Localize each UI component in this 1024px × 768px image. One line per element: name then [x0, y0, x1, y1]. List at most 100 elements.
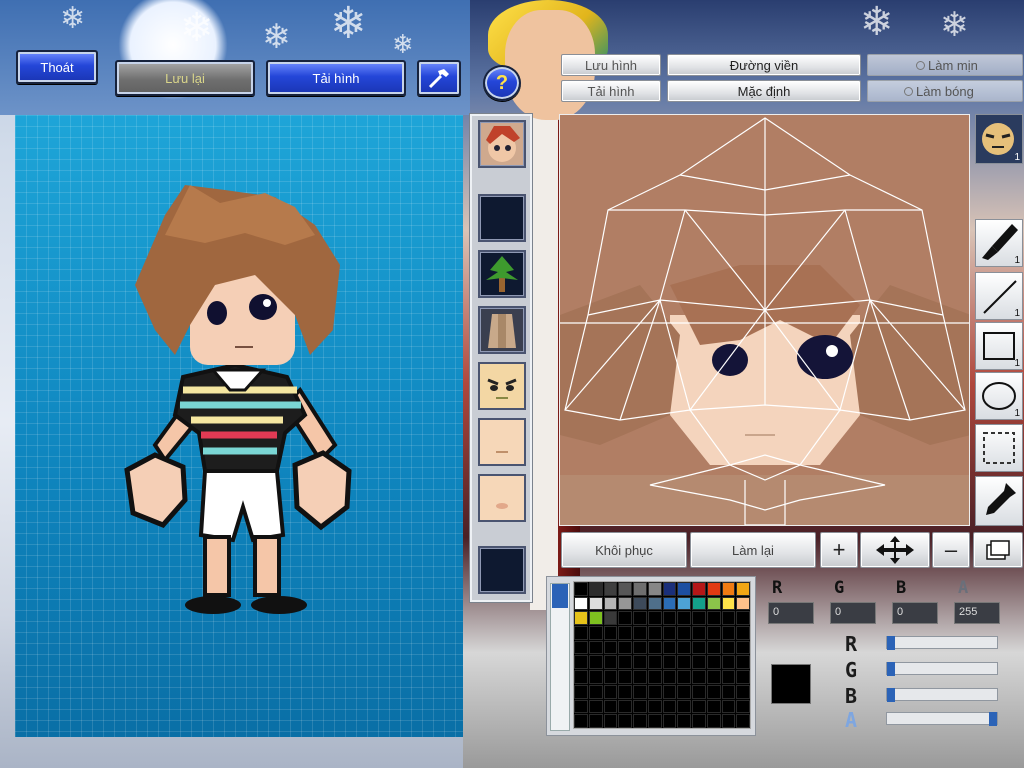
palette-swatch[interactable] — [574, 655, 588, 670]
palette-swatch[interactable] — [574, 684, 588, 699]
palette-swatch[interactable] — [662, 655, 677, 670]
palette-swatch[interactable] — [736, 714, 750, 728]
palette-swatch[interactable] — [721, 655, 736, 670]
palette-swatch[interactable] — [588, 699, 603, 714]
palette-swatch[interactable] — [706, 714, 721, 728]
palette-swatch[interactable] — [692, 611, 706, 626]
palette-swatch[interactable] — [618, 699, 632, 714]
palette-swatch[interactable] — [588, 596, 603, 611]
palette-swatch[interactable] — [736, 684, 750, 699]
palette-swatch[interactable] — [677, 611, 691, 626]
palette-swatch[interactable] — [618, 582, 632, 596]
palette-swatch[interactable] — [721, 611, 736, 626]
palette-swatch[interactable] — [574, 714, 588, 728]
palette-swatch[interactable] — [603, 670, 618, 684]
palette-swatch[interactable] — [633, 611, 647, 626]
palette-swatch[interactable] — [692, 582, 706, 596]
color-palette[interactable] — [573, 581, 751, 729]
shade-option[interactable]: Làm bóng — [867, 80, 1023, 102]
part-slot-head[interactable] — [478, 120, 526, 168]
palette-swatch[interactable] — [574, 611, 588, 626]
palette-swatch[interactable] — [692, 655, 706, 670]
palette-swatch[interactable] — [706, 684, 721, 699]
palette-swatch[interactable] — [647, 626, 662, 640]
palette-swatch[interactable] — [677, 670, 691, 684]
zoom-in-button[interactable]: + — [820, 532, 858, 568]
palette-swatch[interactable] — [736, 596, 750, 611]
palette-swatch[interactable] — [647, 699, 662, 714]
part-slot-face-1[interactable] — [478, 362, 526, 410]
b-value-field[interactable]: 0 — [892, 602, 938, 624]
palette-swatch[interactable] — [706, 582, 721, 596]
palette-swatch[interactable] — [647, 582, 662, 596]
palette-swatch[interactable] — [574, 699, 588, 714]
palette-swatch[interactable] — [633, 684, 647, 699]
palette-swatch[interactable] — [603, 626, 618, 640]
palette-swatch[interactable] — [633, 699, 647, 714]
r-slider[interactable] — [886, 636, 998, 650]
palette-swatch[interactable] — [618, 655, 632, 670]
palette-swatch[interactable] — [706, 626, 721, 640]
palette-swatch[interactable] — [706, 670, 721, 684]
palette-swatch[interactable] — [677, 714, 691, 728]
palette-swatch[interactable] — [618, 611, 632, 626]
part-slot-empty[interactable] — [478, 546, 526, 594]
rectangle-tool[interactable]: 1 — [975, 322, 1023, 370]
palette-swatch[interactable] — [721, 714, 736, 728]
palette-swatch[interactable] — [736, 582, 750, 596]
restore-button[interactable]: Khôi phục — [561, 532, 687, 568]
a-slider-knob[interactable] — [989, 712, 997, 726]
a-value-field[interactable]: 255 — [954, 602, 1000, 624]
g-slider-knob[interactable] — [887, 662, 895, 676]
redo-button[interactable]: Làm lại — [690, 532, 816, 568]
palette-swatch[interactable] — [692, 699, 706, 714]
brush-tool[interactable]: 1 — [975, 219, 1023, 267]
palette-swatch[interactable] — [662, 684, 677, 699]
b-slider[interactable] — [886, 688, 998, 702]
palette-swatch[interactable] — [706, 596, 721, 611]
zoom-out-button[interactable]: – — [932, 532, 970, 568]
palette-swatch[interactable] — [603, 640, 618, 655]
palette-swatch[interactable] — [603, 582, 618, 596]
palette-swatch[interactable] — [721, 670, 736, 684]
palette-swatch[interactable] — [588, 670, 603, 684]
palette-swatch[interactable] — [574, 582, 588, 596]
palette-swatch[interactable] — [662, 596, 677, 611]
palette-swatch[interactable] — [662, 699, 677, 714]
palette-swatch[interactable] — [603, 596, 618, 611]
palette-swatch[interactable] — [706, 611, 721, 626]
part-slot-body[interactable] — [478, 306, 526, 354]
palette-swatch[interactable] — [662, 611, 677, 626]
default-button[interactable]: Mặc định — [667, 80, 861, 102]
palette-swatch[interactable] — [633, 655, 647, 670]
palette-swatch[interactable] — [588, 714, 603, 728]
palette-swatch[interactable] — [677, 582, 691, 596]
a-slider[interactable] — [886, 712, 998, 726]
palette-swatch[interactable] — [603, 714, 618, 728]
help-button[interactable]: ? — [483, 65, 521, 101]
palette-swatch[interactable] — [721, 596, 736, 611]
palette-swatch[interactable] — [736, 626, 750, 640]
palette-swatch[interactable] — [574, 596, 588, 611]
palette-swatch[interactable] — [736, 655, 750, 670]
palette-swatch[interactable] — [692, 670, 706, 684]
palette-swatch[interactable] — [647, 684, 662, 699]
palette-swatch[interactable] — [706, 699, 721, 714]
palette-swatch[interactable] — [677, 684, 691, 699]
palette-swatch[interactable] — [633, 714, 647, 728]
palette-swatch[interactable] — [618, 714, 632, 728]
exit-button[interactable]: Thoát — [16, 50, 98, 84]
palette-swatch[interactable] — [588, 640, 603, 655]
reload-button[interactable]: Tải hình — [266, 60, 406, 96]
palette-swatch[interactable] — [618, 640, 632, 655]
palette-swatch[interactable] — [618, 626, 632, 640]
palette-swatch[interactable] — [662, 582, 677, 596]
palette-swatch[interactable] — [588, 626, 603, 640]
part-slot-face-3[interactable] — [478, 474, 526, 522]
palette-swatch[interactable] — [588, 655, 603, 670]
palette-swatch[interactable] — [603, 611, 618, 626]
palette-swatch[interactable] — [662, 640, 677, 655]
palette-swatch[interactable] — [618, 684, 632, 699]
palette-swatch[interactable] — [677, 640, 691, 655]
palette-swatch[interactable] — [647, 611, 662, 626]
